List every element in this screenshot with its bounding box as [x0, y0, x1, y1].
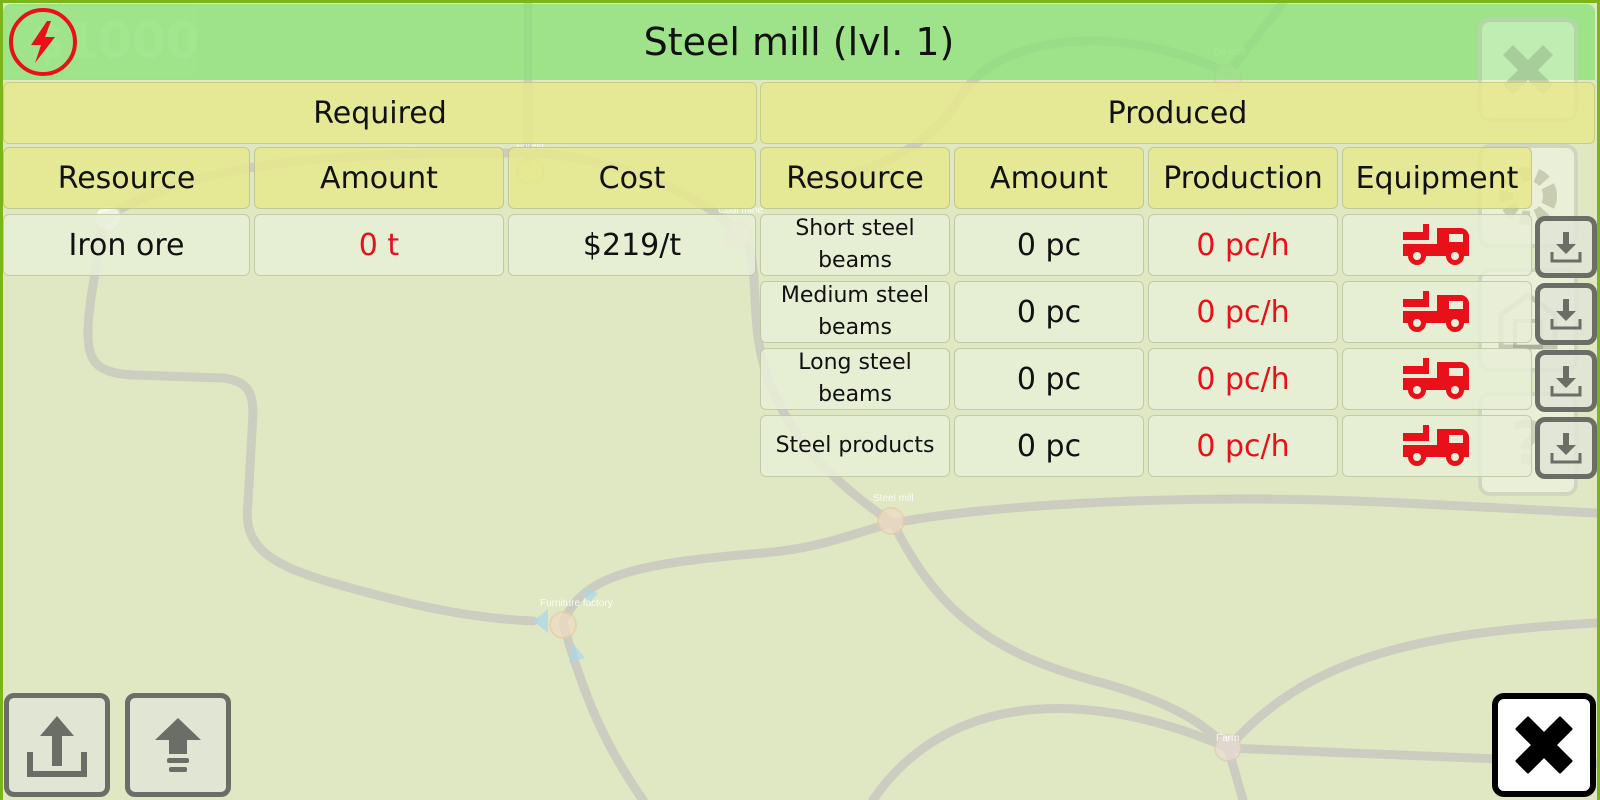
window-title-bar: Steel mill (lvl. 1)	[3, 4, 1595, 80]
download-button[interactable]	[1535, 216, 1597, 278]
close-icon	[1515, 716, 1573, 774]
required-col-resource: Resource	[3, 147, 250, 209]
produced-col-production: Production	[1148, 147, 1338, 209]
power-alert-icon[interactable]	[9, 8, 77, 76]
produced-col-resource: Resource	[760, 147, 950, 209]
produced-amount-cell: 0 pc	[954, 281, 1144, 343]
export-button[interactable]	[4, 693, 110, 797]
download-button[interactable]	[1535, 417, 1597, 479]
produced-amount-cell: 0 pc	[954, 348, 1144, 410]
equipment-cell[interactable]	[1342, 415, 1532, 477]
produced-production-cell: 0 pc/h	[1148, 348, 1338, 410]
produced-production-cell: 0 pc/h	[1148, 214, 1338, 276]
upload-icon	[27, 716, 87, 777]
produced-col-amount: Amount	[954, 147, 1144, 209]
produced-amount-cell: 0 pc	[954, 415, 1144, 477]
close-button[interactable]	[1492, 693, 1596, 797]
download-icon	[1550, 232, 1582, 263]
produced-resource-cell: Steel products	[760, 415, 950, 477]
required-resource-cell: Iron ore	[3, 214, 250, 276]
map-label-furniture-factory: Furniture factory	[540, 598, 613, 609]
required-cost-cell: $219/t	[508, 214, 756, 276]
download-button[interactable]	[1535, 283, 1597, 345]
required-col-cost: Cost	[508, 147, 756, 209]
truck-icon	[1403, 224, 1469, 265]
equipment-cell[interactable]	[1342, 281, 1532, 343]
download-icon	[1550, 366, 1582, 397]
produced-col-equipment: Equipment	[1342, 147, 1532, 209]
required-col-amount: Amount	[254, 147, 504, 209]
produced-resource-cell: Short steel beams	[760, 214, 950, 276]
map-label-farm: Farm	[1216, 733, 1240, 744]
equipment-cell[interactable]	[1342, 214, 1532, 276]
equipment-cell[interactable]	[1342, 348, 1532, 410]
upgrade-button[interactable]	[125, 693, 231, 797]
produced-resource-cell: Medium steel beams	[760, 281, 950, 343]
produced-amount-cell: 0 pc	[954, 214, 1144, 276]
produced-production-cell: 0 pc/h	[1148, 415, 1338, 477]
truck-icon	[1403, 358, 1469, 399]
download-icon	[1550, 299, 1582, 330]
produced-heading: Produced	[760, 82, 1595, 144]
download-button[interactable]	[1535, 350, 1597, 412]
upgrade-arrow-icon	[155, 718, 201, 772]
download-icon	[1550, 433, 1582, 464]
truck-icon	[1403, 291, 1469, 332]
required-heading: Required	[3, 82, 757, 144]
window-title: Steel mill (lvl. 1)	[643, 20, 955, 64]
produced-resource-cell: Long steel beams	[760, 348, 950, 410]
map-label-steel-mill: Steel mill	[873, 493, 914, 504]
truck-icon	[1403, 425, 1469, 466]
produced-production-cell: 0 pc/h	[1148, 281, 1338, 343]
required-amount-cell: 0 t	[254, 214, 504, 276]
